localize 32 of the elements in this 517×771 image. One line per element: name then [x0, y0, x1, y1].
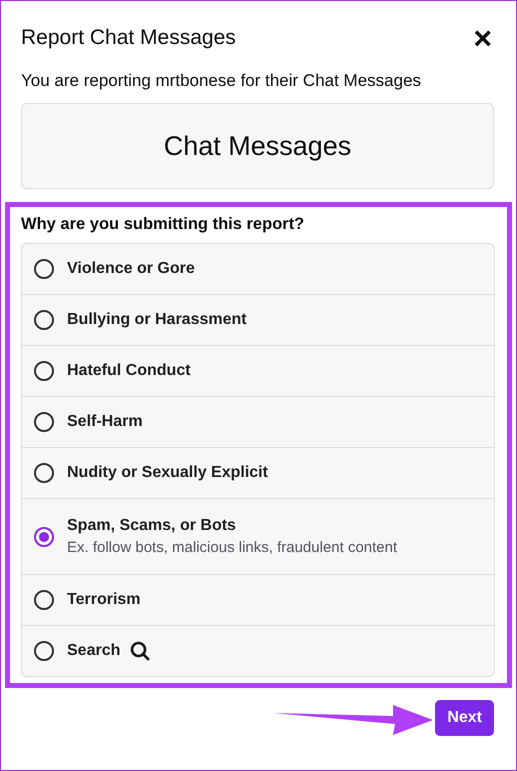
option-description: Ex. follow bots, malicious links, fraudulent content [67, 539, 398, 556]
option-label: Terrorism [67, 591, 141, 609]
next-button[interactable]: Next [435, 700, 494, 736]
option-row[interactable]: Spam, Scams, or Bots Ex. follow bots, malicious links, fraudulent content [22, 498, 494, 574]
option-row[interactable]: Hateful Conduct [22, 345, 494, 396]
option-label: Spam, Scams, or Bots [67, 517, 236, 535]
option-label: Search [67, 642, 120, 660]
radio-button[interactable] [34, 463, 54, 483]
option-label: Violence or Gore [67, 260, 195, 278]
radio-button[interactable] [34, 412, 54, 432]
radio-button[interactable] [34, 259, 54, 279]
radio-button[interactable] [34, 310, 54, 330]
close-button[interactable]: × [469, 23, 496, 53]
category-label: Chat Messages [164, 130, 352, 162]
option-row[interactable]: Self-Harm [22, 396, 494, 447]
radio-button[interactable] [34, 526, 54, 546]
search-icon [130, 641, 150, 661]
radio-button[interactable] [34, 641, 54, 661]
report-subtitle: You are reporting mrtbonese for their Chat Messages [21, 71, 422, 91]
option-label: Hateful Conduct [67, 362, 191, 380]
dialog-title: Report Chat Messages [21, 26, 236, 50]
radio-button[interactable] [34, 590, 54, 610]
option-row[interactable]: Nudity or Sexually Explicit [22, 447, 494, 498]
option-row[interactable]: Terrorism [22, 574, 494, 625]
radio-button[interactable] [34, 361, 54, 381]
option-row[interactable]: Bullying or Harassment [22, 294, 494, 345]
option-label: Nudity or Sexually Explicit [67, 464, 268, 482]
option-row[interactable]: Violence or Gore [22, 244, 494, 294]
option-row[interactable]: Search [22, 625, 494, 676]
option-label: Bullying or Harassment [67, 311, 247, 329]
option-label: Self-Harm [67, 413, 143, 431]
question-label: Why are you submitting this report? [21, 215, 306, 234]
